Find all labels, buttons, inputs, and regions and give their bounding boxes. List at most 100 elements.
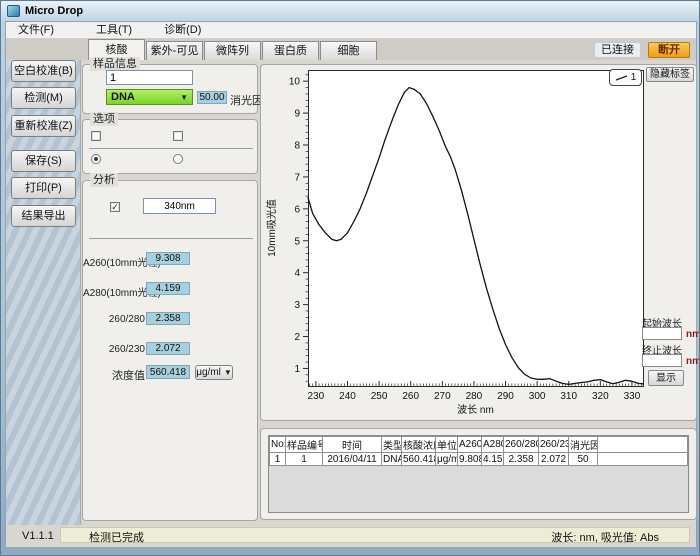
results-group: No. 样品编号 时间 类型 核酸浓度 单位 A260 A280 260/280…: [260, 428, 697, 520]
status-readout: 波长: nm, 吸光值: Abs: [551, 529, 659, 545]
svg-text:9: 9: [294, 109, 300, 120]
column-header: 260/280: [504, 437, 539, 453]
svg-text:320: 320: [592, 391, 609, 402]
sample-info-group: 样品信息 DNA ▼ 50.00 消光因子: [82, 64, 258, 114]
legend-box: 1: [609, 69, 642, 86]
start-wavelength-input[interactable]: [642, 327, 682, 340]
show-button[interactable]: 显示: [648, 370, 684, 386]
unit-value: μg/ml: [196, 367, 221, 378]
option-radio-2[interactable]: [173, 154, 183, 164]
table-header-row: No. 样品编号 时间 类型 核酸浓度 单位 A260 A280 260/280…: [270, 437, 688, 453]
version-label: V1.1.1: [22, 530, 54, 542]
client-area: 文件(F) 工具(T) 诊断(D) 核酸 紫外-可见 微阵列 蛋白质 细胞 已连…: [5, 21, 697, 546]
export-results-button[interactable]: 结果导出: [11, 205, 76, 227]
menu-bar: 文件(F) 工具(T) 诊断(D): [6, 22, 696, 39]
results-table: No. 样品编号 时间 类型 核酸浓度 单位 A260 A280 260/280…: [269, 436, 688, 466]
svg-text:3: 3: [294, 300, 300, 311]
connection-status: 已连接: [594, 42, 641, 58]
disconnect-button[interactable]: 断开: [648, 42, 690, 58]
chart-group: 2302402502602702802903003103203301234567…: [260, 64, 697, 421]
menu-item-diagnostics[interactable]: 诊断(D): [154, 22, 211, 39]
sample-type-select[interactable]: DNA ▼: [106, 89, 193, 105]
app-window: Micro Drop 文件(F) 工具(T) 诊断(D) 核酸 紫外-可见 微阵…: [0, 0, 700, 556]
chevron-down-icon: ▼: [224, 368, 232, 377]
column-header: 单位: [436, 437, 458, 453]
options-group-label: 选项: [90, 112, 118, 126]
ratio-260-230-label: 260/230: [83, 344, 145, 355]
cell-260-280: 2.358: [504, 453, 539, 466]
a260-value: 9.308: [146, 252, 190, 265]
menu-item-file[interactable]: 文件(F): [8, 22, 64, 39]
analysis-divider: [89, 238, 253, 239]
svg-text:5: 5: [294, 236, 300, 247]
a280-value: 4.159: [146, 282, 190, 295]
print-button[interactable]: 打印(P): [11, 177, 76, 199]
option-checkbox-1[interactable]: [91, 131, 101, 141]
concentration-value: 560.418: [146, 365, 190, 379]
svg-text:280: 280: [466, 391, 483, 402]
svg-text:8: 8: [294, 141, 300, 152]
status-bar: V1.1.1 检测已完成 波长: nm, 吸光值: Abs: [6, 525, 696, 547]
tab-microarray[interactable]: 微阵列: [204, 41, 261, 60]
svg-text:270: 270: [434, 391, 451, 402]
legend-label: 1: [631, 72, 637, 83]
column-header: 消光因子: [569, 437, 598, 453]
cell-filler: [598, 453, 688, 466]
sample-id-input[interactable]: [106, 70, 193, 85]
svg-text:1: 1: [294, 364, 300, 375]
column-header-filler: [598, 437, 688, 453]
tab-cell[interactable]: 细胞: [320, 41, 377, 60]
ratio-260-230-value: 2.072: [146, 342, 190, 355]
svg-text:330: 330: [624, 391, 641, 402]
svg-text:250: 250: [371, 391, 388, 402]
svg-text:290: 290: [497, 391, 514, 402]
end-wavelength-unit: nm: [686, 356, 700, 367]
svg-text:6: 6: [294, 204, 300, 215]
wavelength-input[interactable]: [143, 198, 216, 214]
analysis-group: 分析 ✓ A260(10mm光程) 9.308 A280(10mm光程) 4.1…: [82, 180, 258, 521]
column-header: A260: [458, 437, 482, 453]
spectrum-plot: 2302402502602702802903003103203301234567…: [261, 65, 698, 422]
column-header: 260/230: [539, 437, 569, 453]
measure-button[interactable]: 检测(M): [11, 87, 76, 109]
svg-text:300: 300: [529, 391, 546, 402]
column-header: No.: [270, 437, 286, 453]
window-title: Micro Drop: [25, 5, 83, 17]
chevron-down-icon: ▼: [180, 93, 188, 102]
a280-label: A280(10mm光程): [83, 284, 145, 299]
connection-area: 已连接 断开: [594, 41, 690, 58]
save-button[interactable]: 保存(S): [11, 150, 76, 172]
svg-text:2: 2: [294, 332, 300, 343]
option-checkbox-2[interactable]: [173, 131, 183, 141]
sidebar: 空白校准(B) 检测(M) 重新校准(Z) 保存(S) 打印(P) 结果导出: [6, 60, 81, 525]
svg-text:波长 nm: 波长 nm: [457, 403, 494, 416]
svg-text:260: 260: [402, 391, 419, 402]
ratio-260-280-label: 260/280: [83, 314, 145, 325]
table-row[interactable]: 1 1 2016/04/11 DNA 560.418 μg/ml 9.808 4…: [270, 453, 688, 466]
svg-text:10: 10: [289, 77, 301, 88]
main-content: 空白校准(B) 检测(M) 重新校准(Z) 保存(S) 打印(P) 结果导出 样…: [6, 60, 696, 525]
menu-item-tools[interactable]: 工具(T): [86, 22, 142, 39]
app-icon: [7, 5, 20, 17]
status-strip: 检测已完成 波长: nm, 吸光值: Abs: [60, 527, 690, 543]
cell-260-230: 2.072: [539, 453, 569, 466]
wavelength-checkbox[interactable]: ✓: [110, 202, 120, 212]
hide-labels-button[interactable]: 隐藏标签: [646, 67, 694, 82]
end-wavelength-input[interactable]: [642, 354, 682, 367]
option-radio-1[interactable]: [91, 154, 101, 164]
sample-type-value: DNA: [111, 91, 135, 103]
tab-protein[interactable]: 蛋白质: [262, 41, 319, 60]
column-header: 样品编号: [286, 437, 323, 453]
sample-info-group-label: 样品信息: [90, 57, 140, 71]
tab-uv-vis[interactable]: 紫外-可见: [146, 41, 203, 60]
column-header: 类型: [382, 437, 402, 453]
cell-no: 1: [270, 453, 286, 466]
svg-text:10mm吸光值: 10mm吸光值: [265, 199, 278, 257]
column-header: A280: [482, 437, 504, 453]
recalibrate-button[interactable]: 重新校准(Z): [11, 115, 76, 137]
a260-label: A260(10mm光程): [83, 254, 145, 269]
cell-concentration: 560.418: [402, 453, 436, 466]
options-divider: [89, 148, 253, 149]
unit-select[interactable]: μg/ml ▼: [195, 365, 233, 380]
blank-calibration-button[interactable]: 空白校准(B): [11, 60, 76, 82]
